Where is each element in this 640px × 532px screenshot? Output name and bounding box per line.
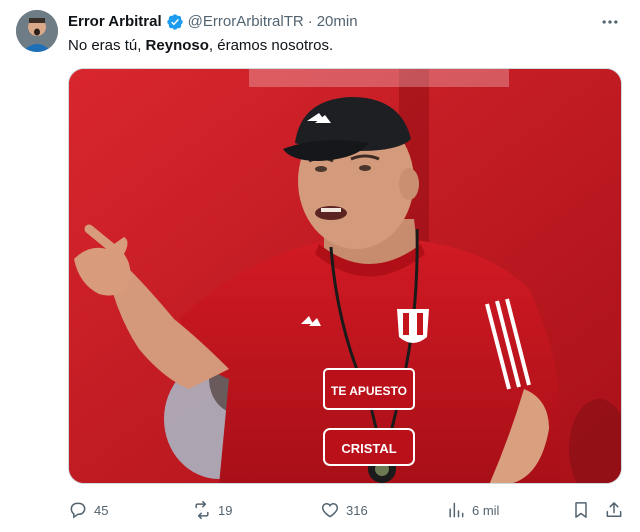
separator-dot: · — [307, 13, 313, 30]
like-count: 316 — [346, 502, 368, 518]
heart-icon — [321, 502, 339, 518]
views-icon — [449, 502, 464, 518]
views-button[interactable]: 6 mil — [446, 496, 499, 524]
tweet-text: No eras tú, Reynoso, éramos nosotros. — [68, 36, 333, 56]
reply-count: 45 — [94, 502, 109, 518]
retweet-count: 19 — [218, 502, 233, 518]
timestamp[interactable]: 20min — [317, 12, 358, 32]
reply-button[interactable]: 45 — [68, 496, 108, 524]
text-end: , éramos nosotros. — [208, 37, 334, 54]
text-start: No eras tú, — [68, 37, 146, 54]
retweet-icon — [195, 500, 209, 520]
tweet-photo[interactable]: TE APUESTO CRISTAL — [68, 68, 622, 484]
retweet-button[interactable]: 19 — [192, 496, 232, 524]
share-button[interactable] — [604, 496, 624, 524]
share-icon — [606, 502, 622, 517]
tweet-header: Error Arbitral @ErrorArbitralTR · 20min — [68, 12, 358, 32]
text-mention: Reynoso — [145, 37, 209, 54]
avatar[interactable] — [16, 10, 58, 52]
action-bar: 45 19 316 6 mil — [68, 496, 628, 524]
author-handle[interactable]: @ErrorArbitralTR — [188, 12, 304, 32]
shirt-sponsor-1: TE APUESTO — [331, 384, 407, 398]
views-count: 6 mil — [472, 502, 500, 518]
verified-badge-icon — [166, 13, 184, 31]
bookmark-icon — [575, 502, 587, 518]
more-icon[interactable] — [598, 10, 622, 34]
reply-icon — [70, 502, 86, 519]
author-name[interactable]: Error Arbitral — [68, 12, 162, 32]
tweet[interactable]: Error Arbitral @ErrorArbitralTR · 20min … — [0, 0, 640, 532]
like-button[interactable]: 316 — [320, 496, 368, 524]
shirt-sponsor-2: CRISTAL — [341, 441, 396, 456]
bookmark-button[interactable] — [571, 496, 591, 524]
